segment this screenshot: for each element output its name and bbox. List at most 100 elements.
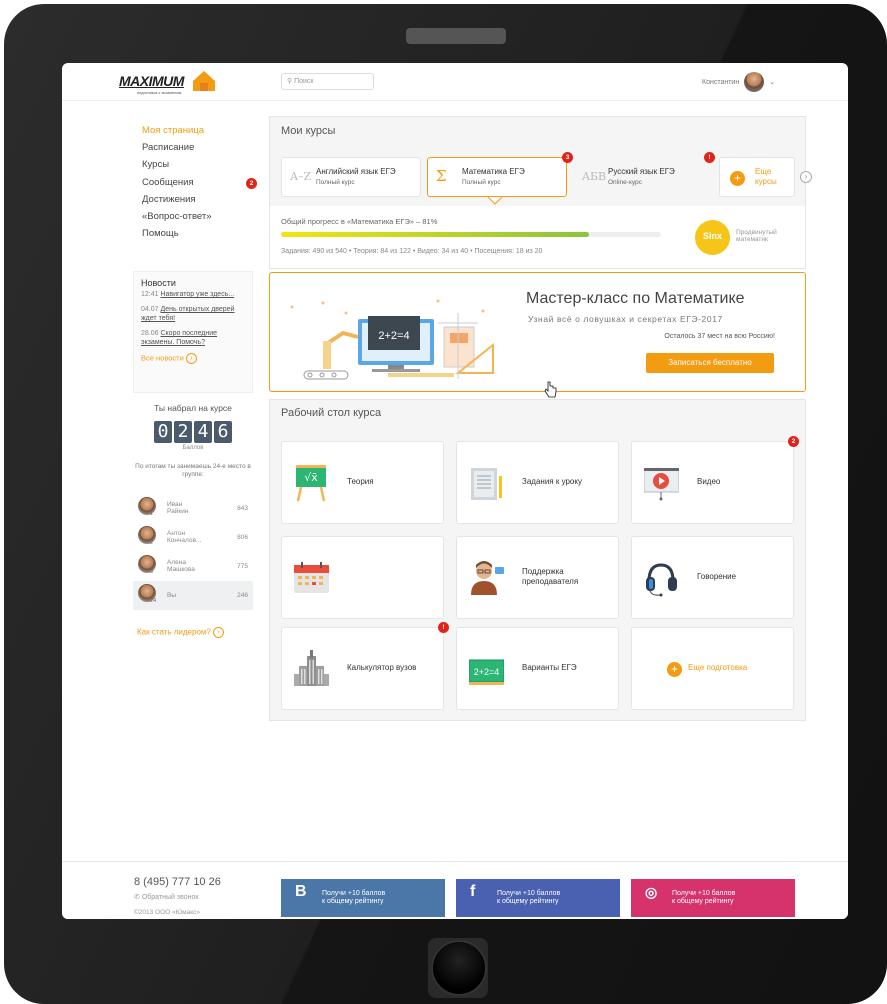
az-icon: A–Z xyxy=(290,170,312,183)
sidebar-item[interactable]: Моя страница xyxy=(142,125,252,142)
top-bar: MAXIMUM подготовка к экзаменам ⚲ Поиск К… xyxy=(62,63,848,101)
copyright: ©2013 ООО «Юмакс» xyxy=(134,909,201,916)
share-text: Получи +10 баллов к общему рейтингу xyxy=(322,890,385,906)
masterclass-banner: 2+2=4 Мастер-класс по Математике Узнай в… xyxy=(269,272,806,392)
logo-subtitle: подготовка к экзаменам xyxy=(137,90,182,95)
footer: 8 (495) 777 10 26 ✆ Обратный звонок ©201… xyxy=(62,861,848,919)
facebook-icon: f xyxy=(470,883,476,900)
course-tab-english[interactable]: A–Z Английский язык ЕГЭ Полный курс xyxy=(281,157,421,197)
sidebar-item-label: Достижения xyxy=(142,193,196,205)
news-item[interactable]: 28.06 Скоро последние экзамены. Помочь? xyxy=(141,329,245,347)
course-tab-math[interactable]: Σ Математика ЕГЭ Полный курс 3 xyxy=(427,152,573,205)
leaderboard-row: 3 Алена Машкова 775 xyxy=(133,552,253,581)
rank-position: 3 xyxy=(150,569,154,575)
level-line-2: математик xyxy=(736,236,768,243)
tile-more-prep[interactable]: + Еще подготовка xyxy=(631,627,794,710)
sidebar-item[interactable]: Курсы xyxy=(142,159,252,176)
first-name: Иван xyxy=(167,501,183,508)
tile-lesson-tasks[interactable]: Задания к уроку xyxy=(456,441,619,524)
calendar-icon xyxy=(294,562,329,593)
rank-position: 1 xyxy=(150,511,154,517)
sidebar-item[interactable]: Сообщения 2 xyxy=(142,176,257,194)
facebook-share-button[interactable]: f Получи +10 баллов к общему рейтингу xyxy=(456,879,620,917)
plus-icon: + xyxy=(667,662,682,677)
tile-calendar[interactable] xyxy=(281,536,444,619)
vk-icon: B xyxy=(295,883,307,900)
tablet-speaker xyxy=(406,28,506,44)
leader-name: Алена Машкова xyxy=(167,559,195,573)
banner-subtitle: Узнай всё о ловушках и секретах ЕГЭ-2017 xyxy=(528,314,723,324)
news-item[interactable]: 12:41 Навигатор уже здесь... xyxy=(141,290,245,299)
news-item[interactable]: 04.07 День открытых дверей ждет тебя! xyxy=(141,305,245,323)
hand-cursor-icon xyxy=(544,381,557,398)
leader-label: Как стать лидером? xyxy=(137,627,211,637)
share-line-2: к общему рейтингу xyxy=(497,898,559,905)
last-name: Машкова xyxy=(167,566,195,573)
chevron-right-icon: › xyxy=(185,353,197,364)
blackboard-icon: √x̄ xyxy=(296,465,326,502)
tile-video[interactable]: Видео 2 xyxy=(631,436,799,524)
sidebar-item-label: Сообщения xyxy=(142,176,194,188)
course-tab-russian[interactable]: AБB Русский язык ЕГЭ Online-курс ! xyxy=(573,152,715,197)
first-name: Вы xyxy=(167,592,177,599)
signup-free-button[interactable]: Записаться бесплатно xyxy=(646,353,774,373)
chalkboard-icon: 2+2=4 xyxy=(469,659,504,685)
callback-label: Обратный звонок xyxy=(141,894,199,901)
tile-speaking[interactable]: Говорение xyxy=(631,536,794,619)
share-line-1: Получи +10 баллов xyxy=(672,890,736,897)
news-time: 28.06 xyxy=(141,330,159,337)
sigma-icon: Σ xyxy=(436,167,447,185)
logo[interactable]: MAXIMUM подготовка к экзаменам xyxy=(119,69,219,95)
progress-stats: Задания: 490 из 540 • Теория: 84 из 122 … xyxy=(281,248,543,255)
leaderboard: 1 Иван Райкин 843 2 Антон Кончалов... 806 3 Алена… xyxy=(133,494,253,610)
sidebar-item[interactable]: «Вопрос-ответ» xyxy=(142,211,252,228)
chevron-right-icon[interactable]: › xyxy=(800,171,812,183)
sidebar-item[interactable]: Расписание xyxy=(142,142,252,159)
all-news-link[interactable]: Все новости › xyxy=(141,353,245,364)
leader-link[interactable]: Как стать лидером? › xyxy=(137,627,225,638)
news-time: 04.07 xyxy=(141,306,159,313)
notification-badge: ! xyxy=(438,622,449,633)
sidebar-item-label: Моя страница xyxy=(142,125,205,136)
share-line-2: к общему рейтингу xyxy=(322,898,384,905)
leader-score: 775 xyxy=(237,563,248,570)
course-desktop-panel: Рабочий стол курса √x̄ Теория Задания к … xyxy=(269,399,806,721)
tile-teacher-support[interactable]: Поддержка преподавателя xyxy=(456,536,619,619)
more-courses-button[interactable]: + Еще курсы xyxy=(719,157,795,197)
first-name: Алена xyxy=(167,559,186,566)
instagram-share-button[interactable]: ◎ Получи +10 баллов к общему рейтингу xyxy=(631,879,795,917)
home-button[interactable] xyxy=(431,940,487,996)
share-text: Получи +10 баллов к общему рейтингу xyxy=(497,890,560,906)
svg-text:√x̄: √x̄ xyxy=(304,471,318,484)
news-panel: Новости 12:41 Навигатор уже здесь... 04.0… xyxy=(133,271,253,393)
all-news-label: Все новости xyxy=(141,353,184,363)
level-line-1: Продвинутый xyxy=(736,229,777,236)
news-link[interactable]: Навигатор уже здесь... xyxy=(160,291,234,298)
vk-share-button[interactable]: B Получи +10 баллов к общему рейтингу xyxy=(281,879,445,917)
leaderboard-row: 24 Вы 246 xyxy=(133,581,253,610)
callback-link[interactable]: ✆ Обратный звонок xyxy=(134,893,198,901)
course-name: Русский язык ЕГЭ xyxy=(608,167,675,176)
score-counter: 0246 xyxy=(133,421,253,443)
tile-label: Видео xyxy=(697,477,721,486)
video-icon xyxy=(644,468,679,501)
leader-score: 806 xyxy=(237,534,248,541)
notification-badge: 2 xyxy=(246,177,257,189)
tile-exam-variants[interactable]: 2+2=4 Варианты ЕГЭ xyxy=(456,627,619,710)
tile-theory[interactable]: √x̄ Теория xyxy=(281,441,444,524)
leader-name: Иван Райкин xyxy=(167,501,188,515)
notification-badge: 2 xyxy=(788,436,799,447)
user-menu[interactable]: Константин ⌄ xyxy=(702,72,775,92)
more-line-1: Еще xyxy=(755,167,772,176)
tile-university-calculator[interactable]: Калькулятор вузов ! xyxy=(281,622,449,710)
search-input[interactable]: ⚲ Поиск xyxy=(281,73,374,90)
notification-badge: ! xyxy=(704,152,715,163)
level-badge: Sinx xyxy=(695,220,730,255)
plus-icon: + xyxy=(730,171,745,186)
document-icon xyxy=(471,468,502,500)
sidebar-item[interactable]: Помощь xyxy=(142,228,252,245)
rank-position: 24 xyxy=(150,598,157,604)
sidebar-item[interactable]: Достижения xyxy=(142,194,252,211)
chalkboard-text: 2+2=4 xyxy=(474,667,500,677)
rank-text: По итогам ты занимаешь 24-е место в груп… xyxy=(135,463,251,478)
